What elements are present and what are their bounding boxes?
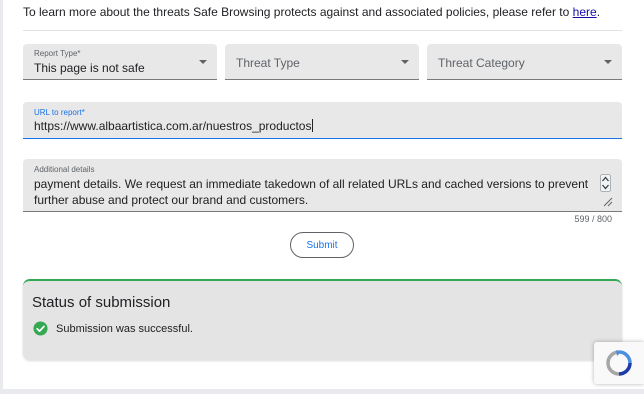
threat-type-placeholder: Threat Type: [236, 56, 300, 70]
url-input[interactable]: URL to report* https://www.albaartistica…: [23, 102, 622, 139]
intro-sentence: To learn more about the threats Safe Bro…: [23, 5, 573, 19]
resize-grip-icon[interactable]: [601, 195, 613, 207]
additional-details-textarea[interactable]: Additional details payment details. We r…: [23, 159, 622, 212]
submit-button[interactable]: Submit: [290, 232, 354, 258]
page-frame-left: [0, 0, 3, 394]
policy-link[interactable]: here: [573, 5, 597, 19]
threat-category-placeholder: Threat Category: [438, 56, 525, 70]
recaptcha-icon: [606, 350, 632, 376]
divider: [23, 30, 622, 31]
recaptcha-badge[interactable]: [594, 342, 644, 384]
details-label: Additional details: [34, 165, 95, 174]
status-title: Status of submission: [32, 294, 171, 311]
chevron-down-icon: [604, 60, 612, 64]
url-label: URL to report*: [34, 108, 85, 117]
intro-suffix: .: [596, 5, 601, 19]
details-text: payment details. We request an immediate…: [34, 177, 589, 207]
character-counter: 599 / 800: [574, 214, 612, 224]
status-card: Status of submission Submission was succ…: [23, 279, 622, 360]
threat-category-select[interactable]: Threat Category: [427, 44, 622, 80]
check-circle-icon: [33, 321, 48, 336]
report-type-select[interactable]: Report Type* This page is not safe: [23, 44, 217, 80]
report-type-value: This page is not safe: [34, 61, 145, 75]
url-value-wrap: https://www.albaartistica.com.ar/nuestro…: [34, 119, 314, 133]
report-type-label: Report Type*: [34, 49, 81, 58]
scroll-spinner-icon[interactable]: [600, 174, 611, 192]
chevron-down-icon: [199, 60, 207, 64]
status-message: Submission was successful.: [56, 322, 193, 335]
status-line: Submission was successful.: [33, 321, 193, 336]
chevron-down-icon: [401, 60, 409, 64]
url-value: https://www.albaartistica.com.ar/nuestro…: [34, 119, 312, 133]
intro-text: To learn more about the threats Safe Bro…: [23, 5, 623, 19]
page-frame-bottom: [0, 389, 644, 394]
text-caret: [312, 119, 314, 132]
threat-type-select[interactable]: Threat Type: [225, 44, 419, 80]
